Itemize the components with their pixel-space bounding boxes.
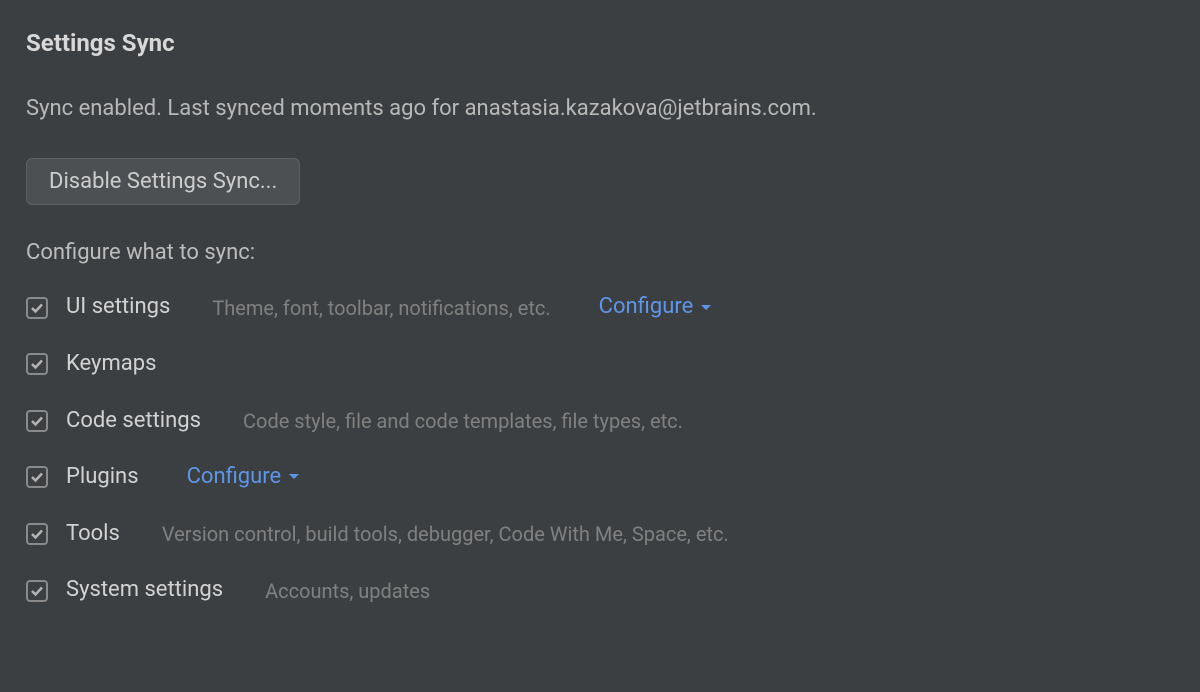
option-row-plugins: Plugins Configure xyxy=(26,463,1174,492)
chevron-down-icon xyxy=(699,301,713,315)
check-icon xyxy=(30,470,44,484)
option-label: Code settings xyxy=(66,407,201,436)
check-icon xyxy=(30,527,44,541)
checkbox-system-settings[interactable] xyxy=(26,580,48,602)
check-icon xyxy=(30,357,44,371)
option-label: UI settings xyxy=(66,293,170,322)
checkbox-code-settings[interactable] xyxy=(26,410,48,432)
option-description: Accounts, updates xyxy=(265,578,430,604)
option-row-keymaps: Keymaps xyxy=(26,350,1174,379)
checkbox-keymaps[interactable] xyxy=(26,353,48,375)
configure-link-plugins[interactable]: Configure xyxy=(187,463,302,492)
sync-status-text: Sync enabled. Last synced moments ago fo… xyxy=(26,95,1174,124)
option-row-system-settings: System settings Accounts, updates xyxy=(26,576,1174,605)
option-row-code-settings: Code settings Code style, file and code … xyxy=(26,407,1174,436)
option-row-tools: Tools Version control, build tools, debu… xyxy=(26,520,1174,549)
check-icon xyxy=(30,301,44,315)
configure-link-label: Configure xyxy=(599,293,694,322)
page-title: Settings Sync xyxy=(26,28,1174,59)
option-description: Version control, build tools, debugger, … xyxy=(162,521,729,547)
configure-heading: Configure what to sync: xyxy=(26,239,1174,268)
chevron-down-icon xyxy=(287,470,301,484)
disable-settings-sync-button[interactable]: Disable Settings Sync... xyxy=(26,158,300,205)
checkbox-tools[interactable] xyxy=(26,523,48,545)
checkbox-ui-settings[interactable] xyxy=(26,297,48,319)
check-icon xyxy=(30,584,44,598)
option-label: System settings xyxy=(66,576,223,605)
check-icon xyxy=(30,414,44,428)
option-description: Code style, file and code templates, fil… xyxy=(243,408,683,434)
option-row-ui-settings: UI settings Theme, font, toolbar, notifi… xyxy=(26,293,1174,322)
checkbox-plugins[interactable] xyxy=(26,466,48,488)
option-label: Tools xyxy=(66,520,120,549)
option-label: Keymaps xyxy=(66,350,156,379)
option-description: Theme, font, toolbar, notifications, etc… xyxy=(212,295,550,321)
option-label: Plugins xyxy=(66,463,139,492)
configure-link-label: Configure xyxy=(187,463,282,492)
configure-link-ui-settings[interactable]: Configure xyxy=(599,293,714,322)
